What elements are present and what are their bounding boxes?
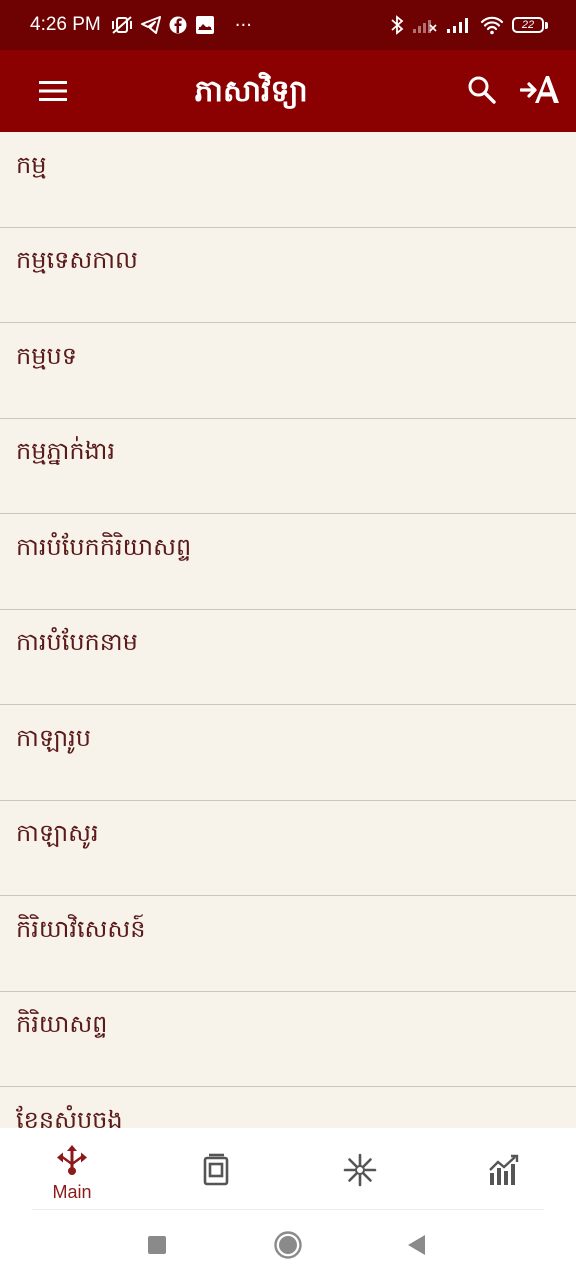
- back-button[interactable]: [406, 1234, 426, 1260]
- app-bar: ភាសាវិទ្យា: [0, 50, 576, 132]
- more-notifications: ···: [234, 14, 252, 36]
- nav-label-main: Main: [52, 1182, 92, 1202]
- signal-icon: [446, 16, 472, 34]
- list-item[interactable]: កាឡារូប: [0, 705, 576, 801]
- list-item[interactable]: ការបំបែកនាម: [0, 610, 576, 705]
- nav-item-sparkle[interactable]: [288, 1128, 432, 1210]
- wifi-icon: [480, 15, 504, 35]
- list-item[interactable]: កម្មបទ: [0, 323, 576, 419]
- list-item[interactable]: កម្មភ្នាក់ងារ: [0, 419, 576, 514]
- list-item[interactable]: កាឡាសូរ: [0, 801, 576, 896]
- list-item-label: កាឡារូប: [16, 723, 91, 752]
- word-list: កម្ម កម្មទេសកាល កម្មបទ កម្មភ្នាក់ងារ ការ…: [0, 132, 576, 1128]
- list-item-label: ការបំបែកកិរិយាសព្ទ: [16, 532, 192, 561]
- search-button[interactable]: [466, 74, 498, 106]
- telegram-icon: [140, 16, 161, 34]
- bottom-nav: Main: [0, 1128, 576, 1210]
- search-icon: [468, 76, 496, 104]
- list-item-label: ខែនសំបុចង: [16, 1105, 123, 1128]
- battery-level: 22: [512, 17, 544, 33]
- list-item-label: ការបំបែកនាម: [16, 628, 138, 657]
- list-item-label: កម្មទេសកាល: [16, 246, 138, 275]
- list-item[interactable]: ការបំបែកកិរិយាសព្ទ: [0, 514, 576, 610]
- home-icon: [274, 1231, 302, 1259]
- bookmarks-icon: [202, 1152, 230, 1188]
- system-nav-bar: [0, 1210, 576, 1280]
- list-item[interactable]: កិរិយាសព្ទ: [0, 992, 576, 1087]
- gallery-icon: [195, 15, 215, 35]
- stats-chart-icon: [487, 1152, 521, 1188]
- battery-tip: [545, 21, 548, 29]
- sparkle-icon: [343, 1152, 377, 1188]
- bluetooth-icon: [390, 15, 404, 35]
- status-left: 4:26 PM ···: [30, 14, 252, 36]
- list-item-label: កិរិយាវិសេសន៍: [16, 914, 146, 943]
- list-item-label: កិរិយាសព្ទ: [16, 1010, 108, 1039]
- list-item-label: កាឡាសូរ: [16, 819, 99, 848]
- facebook-icon: [169, 16, 187, 34]
- recents-icon: [148, 1236, 166, 1254]
- vibrate-off-icon: [111, 15, 133, 35]
- status-right: 22: [390, 15, 548, 35]
- list-item[interactable]: កិរិយាវិសេសន៍: [0, 896, 576, 992]
- nav-item-main[interactable]: Main: [0, 1128, 144, 1210]
- list-item[interactable]: ខែនសំបុចង: [0, 1087, 576, 1128]
- list-item[interactable]: កម្មទេសកាល: [0, 228, 576, 323]
- list-item[interactable]: កម្ម: [0, 132, 576, 228]
- nav-item-bookmarks[interactable]: [144, 1128, 288, 1210]
- signal-off-icon: [412, 16, 438, 34]
- list-item-label: កម្មភ្នាក់ងារ: [16, 437, 116, 466]
- main-hub-icon: [55, 1142, 89, 1178]
- status-time: 4:26 PM: [30, 14, 101, 35]
- list-item-label: កម្មបទ: [16, 341, 77, 370]
- home-button[interactable]: [274, 1231, 302, 1263]
- status-bar: 4:26 PM ··· 22: [0, 0, 576, 50]
- battery-icon: 22: [512, 17, 548, 33]
- nav-item-stats[interactable]: [432, 1128, 576, 1210]
- font-size-icon: [519, 76, 559, 103]
- font-size-button[interactable]: [519, 72, 560, 108]
- list-item-label: កម្ម: [16, 150, 47, 179]
- back-icon: [408, 1235, 425, 1255]
- recents-button[interactable]: [148, 1236, 166, 1258]
